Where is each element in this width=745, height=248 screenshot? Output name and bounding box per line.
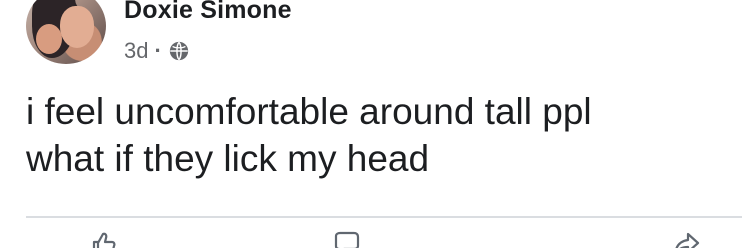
post-meta: 3d · xyxy=(124,38,190,64)
post-timestamp[interactable]: 3d xyxy=(124,38,148,64)
facebook-post: Doxie Simone 3d · i feel uncomfortable a… xyxy=(0,0,745,248)
share-icon[interactable] xyxy=(672,230,700,248)
post-text-line: i feel uncomfortable around tall ppl xyxy=(26,91,592,132)
meta-separator: · xyxy=(154,38,162,63)
post-body: i feel uncomfortable around tall ppl wha… xyxy=(26,88,592,182)
post-actions-bar xyxy=(0,226,745,248)
actions-divider xyxy=(26,216,742,218)
avatar-hand xyxy=(36,24,62,54)
comment-icon[interactable] xyxy=(332,230,360,248)
globe-icon[interactable] xyxy=(168,40,190,62)
author-name[interactable]: Doxie Simone xyxy=(124,0,292,25)
author-avatar[interactable] xyxy=(26,0,106,64)
like-icon[interactable] xyxy=(88,230,116,248)
post-text-line: what if they lick my head xyxy=(26,138,430,179)
avatar-face xyxy=(60,6,94,48)
